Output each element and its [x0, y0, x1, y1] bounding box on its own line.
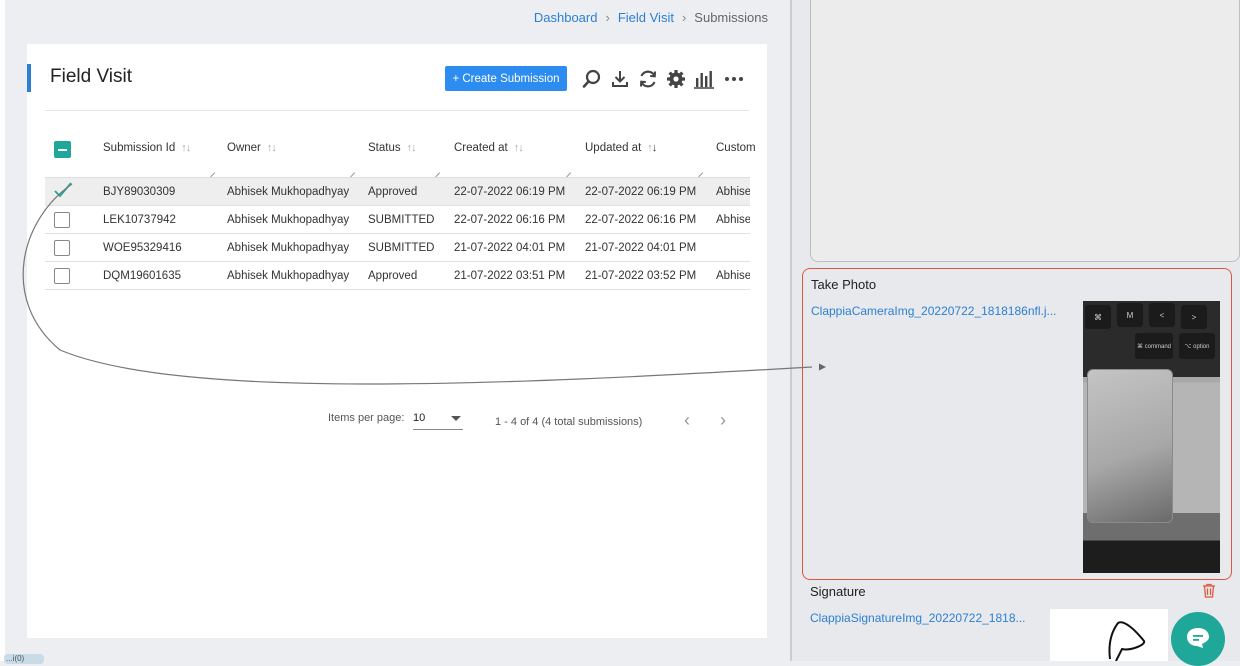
- column-resize-handle[interactable]: [431, 168, 441, 178]
- search-icon[interactable]: [581, 68, 603, 90]
- keyboard-key: >: [1181, 305, 1207, 329]
- preview-area: [810, 0, 1240, 262]
- sort-icon[interactable]: ↑↓: [514, 142, 524, 154]
- submissions-card: Field Visit + Create Submission Submissi…: [27, 44, 767, 638]
- chat-button[interactable]: [1171, 612, 1225, 666]
- items-per-page-select[interactable]: 10: [413, 410, 463, 430]
- page-title: Field Visit: [50, 66, 133, 87]
- column-header-owner[interactable]: Owner ↑↓: [227, 142, 277, 154]
- create-submission-button[interactable]: + Create Submission: [445, 66, 567, 91]
- signature-file-link[interactable]: ClappiaSignatureImg_20220722_1818...: [810, 611, 1048, 625]
- submissions-table: Submission Id ↑↓ Owner ↑↓ Status ↑↓ Created…: [45, 134, 756, 290]
- breadcrumb-separator: ›: [681, 10, 687, 25]
- cell-submission-id[interactable]: BJY89030309: [103, 186, 175, 198]
- column-header-custom[interactable]: Custom: [716, 142, 756, 154]
- cell-custom: Abhisek: [716, 270, 750, 282]
- keyboard-key: ⌘: [1085, 305, 1111, 329]
- keyboard-key: ⌘ command: [1135, 333, 1173, 359]
- breadcrumb-separator: ›: [605, 10, 610, 25]
- keyboard-key: <: [1149, 303, 1175, 327]
- cell-updated-at: 22-07-2022 06:16 PM: [585, 214, 697, 226]
- title-accent-bar: [27, 64, 31, 92]
- more-icon[interactable]: [723, 68, 745, 90]
- table-row[interactable]: BJY89030309 Abhisek Mukhopadhyay Approve…: [45, 178, 750, 206]
- cell-created-at: 22-07-2022 06:19 PM: [454, 186, 566, 198]
- sort-icon[interactable]: ↑↓: [407, 142, 417, 154]
- settings-icon[interactable]: [665, 68, 687, 90]
- trash-icon[interactable]: [1202, 583, 1216, 598]
- column-resize-handle[interactable]: [694, 168, 704, 178]
- column-header-submission-id[interactable]: Submission Id ↑↓: [103, 142, 191, 154]
- sort-icon[interactable]: ↑↓: [267, 142, 277, 154]
- table-row[interactable]: LEK10737942 Abhisek Mukhopadhyay SUBMITT…: [45, 206, 750, 234]
- pagination-range: 1 - 4 of 4 (4 total submissions): [495, 416, 643, 428]
- sort-icon[interactable]: ↑↓: [647, 142, 657, 154]
- cell-status: Approved: [368, 270, 418, 282]
- cell-owner: Abhisek Mukhopadhyay: [227, 242, 350, 254]
- column-header-updated-at[interactable]: Updated at ↑↓: [585, 142, 657, 154]
- chat-icon: [1187, 628, 1209, 648]
- photo-thumbnail[interactable]: ⌘ M < > ⌘ command ⌥ option: [1083, 301, 1220, 573]
- submission-detail-pane: Take Photo ClappiaCameraImg_20220722_181…: [792, 0, 1240, 666]
- cell-owner: Abhisek Mukhopadhyay: [227, 186, 350, 198]
- cell-created-at: 21-07-2022 03:51 PM: [454, 270, 566, 282]
- cell-created-at: 22-07-2022 06:16 PM: [454, 214, 566, 226]
- download-icon[interactable]: [609, 68, 631, 90]
- cell-custom: Abhisek: [716, 214, 750, 226]
- status-tag: ...i(0): [4, 654, 44, 664]
- cell-custom: Abhisek: [716, 186, 750, 198]
- sort-icon[interactable]: ↑↓: [181, 142, 191, 154]
- signature-label: Signature: [810, 584, 866, 599]
- cell-updated-at: 22-07-2022 06:19 PM: [585, 186, 697, 198]
- select-all-checkbox[interactable]: [54, 141, 71, 158]
- header-divider: [45, 110, 749, 111]
- row-checkbox[interactable]: [54, 268, 70, 284]
- items-per-page-label: Items per page:: [328, 412, 405, 424]
- row-checkbox[interactable]: [54, 212, 70, 228]
- breadcrumb-field-visit[interactable]: Field Visit: [618, 10, 674, 25]
- cell-owner: Abhisek Mukhopadhyay: [227, 270, 350, 282]
- chart-icon[interactable]: [693, 68, 715, 90]
- keyboard-key: ⌥ option: [1179, 333, 1215, 359]
- breadcrumb-dashboard[interactable]: Dashboard: [534, 10, 598, 25]
- refresh-icon[interactable]: [637, 68, 659, 90]
- check-icon[interactable]: [53, 181, 73, 199]
- table-row[interactable]: WOE95329416 Abhisek Mukhopadhyay SUBMITT…: [45, 234, 750, 262]
- take-photo-label: Take Photo: [811, 277, 877, 292]
- cell-updated-at: 21-07-2022 03:52 PM: [585, 270, 697, 282]
- cell-status: SUBMITTED: [368, 242, 435, 254]
- photo-file-link[interactable]: ClappiaCameraImg_20220722_1818186nfl.j..…: [811, 304, 1079, 318]
- submissions-pane: Dashboard › Field Visit › Submissions Fi…: [4, 0, 790, 664]
- table-row[interactable]: DQM19601635 Abhisek Mukhopadhyay Approve…: [45, 262, 750, 290]
- cell-updated-at: 21-07-2022 04:01 PM: [585, 242, 697, 254]
- cell-created-at: 21-07-2022 04:01 PM: [454, 242, 566, 254]
- column-resize-handle[interactable]: [562, 168, 572, 178]
- trackpad-image: [1087, 369, 1173, 523]
- cell-submission-id[interactable]: LEK10737942: [103, 214, 176, 226]
- breadcrumb-current: Submissions: [694, 10, 768, 25]
- prev-page-icon[interactable]: ‹: [684, 411, 690, 429]
- cell-submission-id[interactable]: DQM19601635: [103, 270, 181, 282]
- signature-thumbnail[interactable]: [1050, 609, 1168, 662]
- cell-status: Approved: [368, 186, 418, 198]
- row-checkbox[interactable]: [54, 240, 70, 256]
- table-header-row: Submission Id ↑↓ Owner ↑↓ Status ↑↓ Created…: [45, 134, 756, 178]
- column-header-created-at[interactable]: Created at ↑↓: [454, 142, 524, 154]
- items-per-page-value: 10: [413, 412, 426, 424]
- cell-submission-id[interactable]: WOE95329416: [103, 242, 182, 254]
- breadcrumb: Dashboard › Field Visit › Submissions: [534, 10, 768, 25]
- cell-owner: Abhisek Mukhopadhyay: [227, 214, 350, 226]
- column-resize-handle[interactable]: [206, 168, 216, 178]
- cell-status: SUBMITTED: [368, 214, 435, 226]
- keyboard-key: M: [1117, 303, 1143, 327]
- chevron-down-icon: [451, 416, 461, 421]
- column-header-status[interactable]: Status ↑↓: [368, 142, 417, 154]
- column-resize-handle[interactable]: [346, 168, 356, 178]
- next-page-icon[interactable]: ›: [720, 411, 726, 429]
- take-photo-field: Take Photo ClappiaCameraImg_20220722_181…: [802, 268, 1232, 580]
